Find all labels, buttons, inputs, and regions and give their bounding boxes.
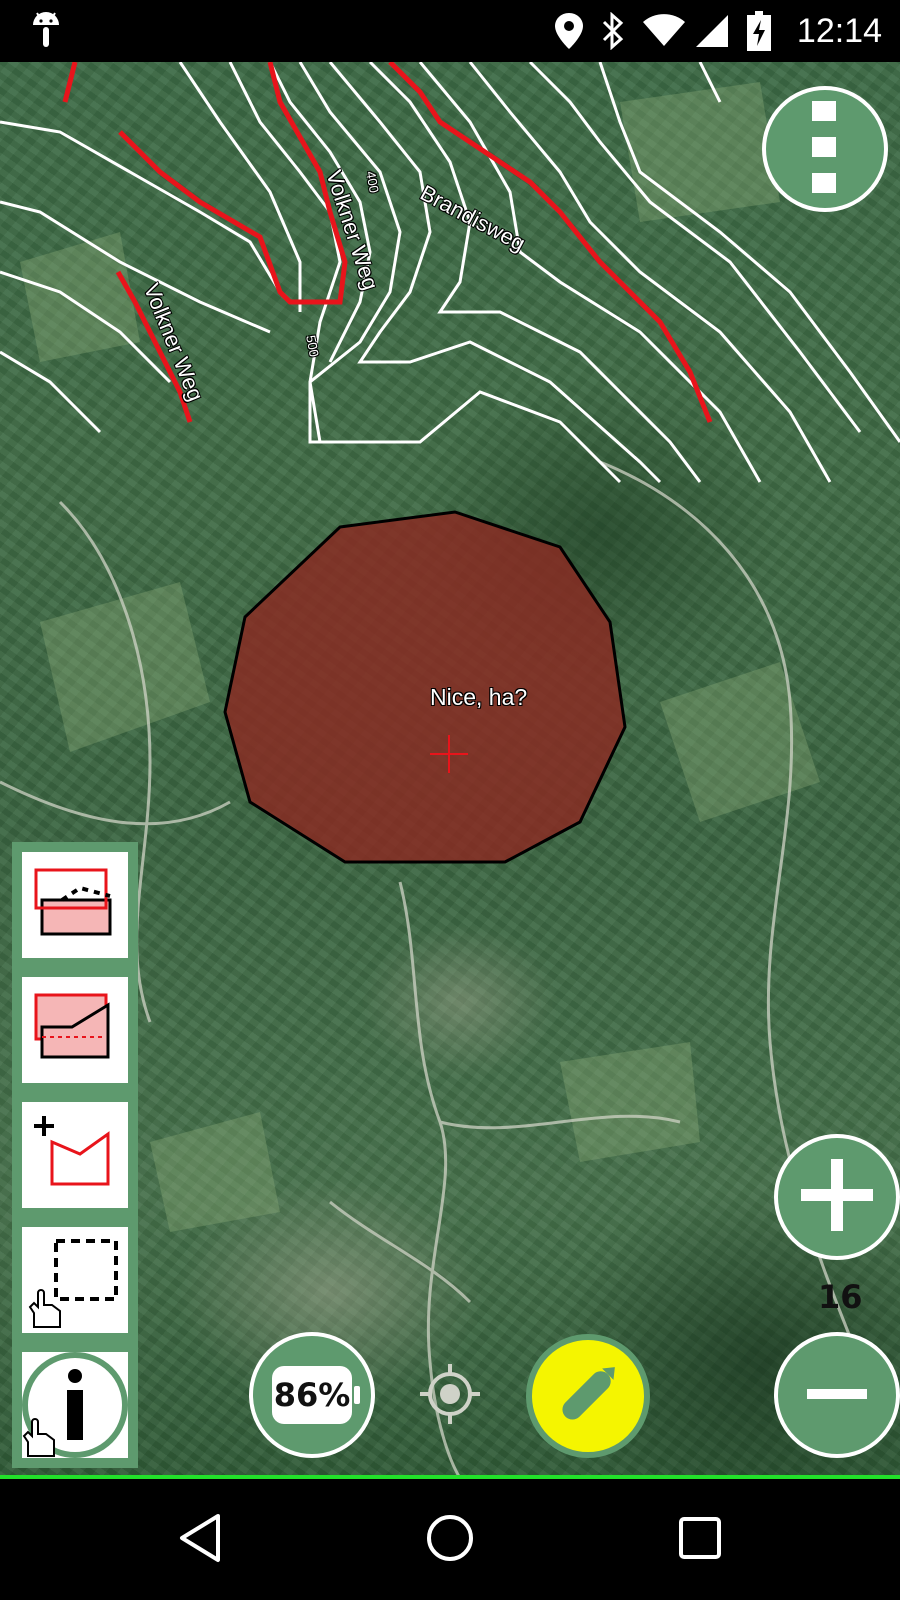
recents-button[interactable] <box>660 1500 740 1580</box>
crosshair-target-icon <box>418 1364 482 1430</box>
location-icon <box>552 0 586 62</box>
battery-percent: 86% <box>273 1376 351 1414</box>
zoom-in-button[interactable] <box>774 1134 900 1260</box>
pencil-icon <box>546 1352 630 1440</box>
android-icon <box>26 0 66 62</box>
zoom-level-indicator: 16 <box>818 1278 863 1316</box>
center-location-button[interactable] <box>418 1362 482 1426</box>
home-button[interactable] <box>410 1500 490 1580</box>
back-icon <box>176 1512 224 1568</box>
edit-button[interactable] <box>526 1334 650 1458</box>
back-button[interactable] <box>160 1500 240 1580</box>
polygon-label: Nice, ha? <box>430 684 528 710</box>
red-roads <box>62 62 713 423</box>
battery-icon: 86% <box>272 1366 360 1424</box>
menu-button[interactable] <box>762 86 888 212</box>
minus-icon <box>807 1386 867 1405</box>
info-icon <box>22 1352 128 1458</box>
create-polygon-tool[interactable] <box>22 1102 128 1208</box>
progress-line <box>0 1475 900 1479</box>
select-rectangle-icon <box>28 1239 118 1328</box>
vertical-dots-icon <box>810 99 840 199</box>
clock: 12:14 <box>796 12 882 50</box>
battery-tip <box>354 1386 360 1404</box>
zoom-out-button[interactable] <box>774 1332 900 1458</box>
select-rectangle-tool[interactable] <box>22 1227 128 1333</box>
bluetooth-icon <box>598 0 628 62</box>
cut-polygon-tool[interactable] <box>22 852 128 958</box>
navigation-bar <box>0 1480 900 1600</box>
merge-polygon-icon <box>34 993 110 1059</box>
wifi-icon <box>640 0 688 62</box>
merge-polygon-tool[interactable] <box>22 977 128 1083</box>
polygon-feature[interactable] <box>223 510 627 864</box>
create-polygon-icon <box>34 1116 110 1186</box>
plus-icon <box>797 1155 877 1239</box>
cell-signal-icon <box>692 0 732 62</box>
battery-charging-icon <box>744 0 774 62</box>
info-tool[interactable] <box>22 1352 128 1458</box>
edit-toolbar <box>12 842 138 1468</box>
status-bar: 12:14 <box>0 0 900 62</box>
recents-icon <box>678 1516 722 1564</box>
battery-button[interactable]: 86% <box>249 1332 375 1458</box>
home-icon <box>425 1513 475 1567</box>
cut-polygon-icon <box>34 868 112 936</box>
